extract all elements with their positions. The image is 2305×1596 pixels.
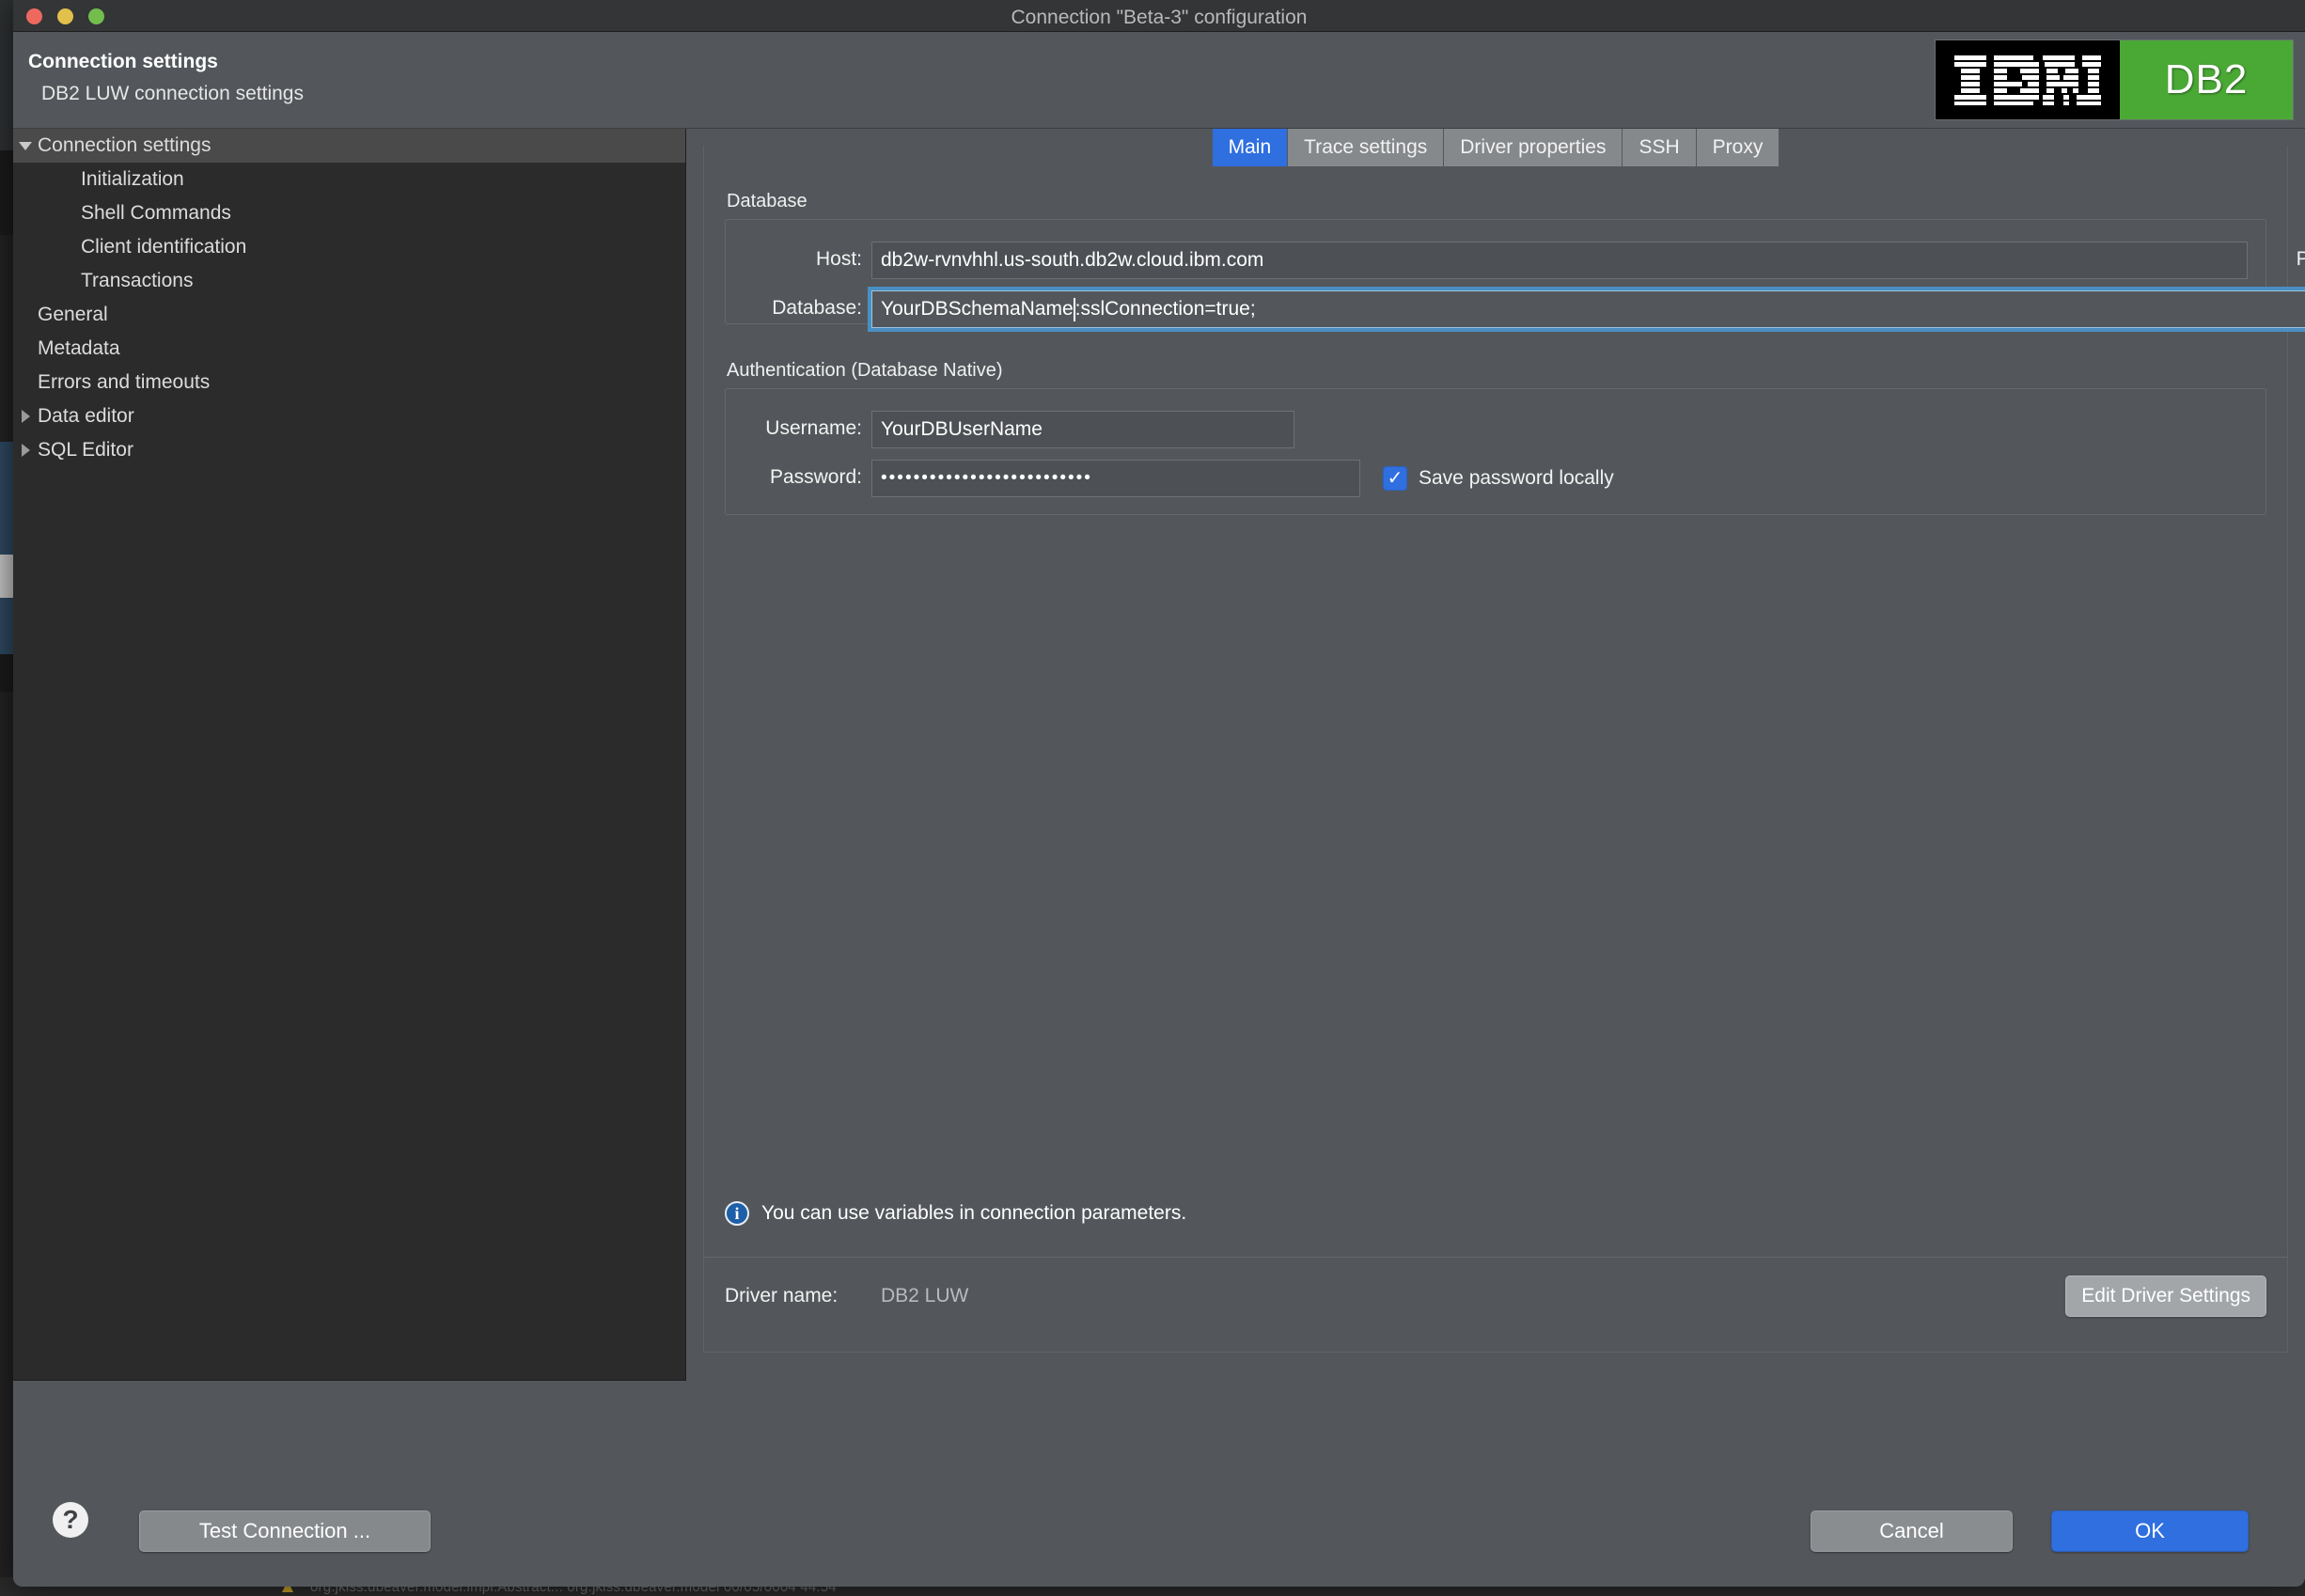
port-label: Port: bbox=[2296, 248, 2305, 270]
username-label: Username: bbox=[765, 417, 862, 439]
database-label: Database: bbox=[772, 297, 862, 319]
dialog-body: Connection settings Initialization Shell C… bbox=[13, 129, 2305, 1381]
sidebar-item-label: Connection settings bbox=[38, 134, 212, 156]
driver-name-value: DB2 LUW bbox=[881, 1285, 969, 1307]
database-input-text-after-caret: :sslConnection=true; bbox=[1074, 298, 1256, 320]
info-note-text: You can use variables in connection para… bbox=[761, 1202, 1187, 1224]
tab-ssh[interactable]: SSH bbox=[1623, 129, 1697, 166]
driver-name-label: Driver name: bbox=[725, 1285, 839, 1307]
test-connection-button[interactable]: Test Connection ... bbox=[139, 1510, 431, 1552]
page-title: Connection settings bbox=[28, 51, 218, 72]
sidebar-item-errors-and-timeouts[interactable]: Errors and timeouts bbox=[13, 366, 685, 399]
window-titlebar: Connection "Beta-3" configuration bbox=[13, 0, 2305, 32]
sidebar-item-shell-commands[interactable]: Shell Commands bbox=[13, 196, 685, 230]
question-mark-circle-icon[interactable]: ? bbox=[53, 1502, 88, 1538]
chevron-right-icon[interactable] bbox=[13, 444, 38, 457]
sidebar-item-label: SQL Editor bbox=[38, 439, 133, 461]
sidebar-item-connection-settings[interactable]: Connection settings bbox=[13, 129, 685, 163]
sidebar-item-transactions[interactable]: Transactions bbox=[13, 264, 685, 298]
host-input[interactable]: db2w-rvnvhhl.us-south.db2w.cloud.ibm.com bbox=[871, 242, 2248, 279]
checkmark-icon[interactable]: ✓ bbox=[1383, 466, 1407, 491]
username-input[interactable]: YourDBUserName bbox=[871, 411, 1294, 448]
password-input[interactable]: •••••••••••••••••••••••••• bbox=[871, 460, 1360, 497]
sidebar-item-label: Metadata bbox=[38, 337, 120, 359]
chevron-down-icon[interactable] bbox=[13, 141, 38, 150]
page-subtitle: DB2 LUW connection settings bbox=[41, 83, 304, 104]
connection-configuration-dialog: Connection "Beta-3" configuration Connec… bbox=[13, 0, 2305, 1587]
sidebar-item-label: Shell Commands bbox=[81, 202, 231, 224]
authentication-group-title: Authentication (Database Native) bbox=[727, 360, 1003, 381]
database-group: Database Host: db2w-rvnvhhl.us-south.db2… bbox=[725, 191, 2305, 332]
settings-tree[interactable]: Connection settings Initialization Shell C… bbox=[13, 129, 686, 1381]
database-input-text-before-caret: YourDBSchemaName bbox=[881, 298, 1074, 320]
ok-button[interactable]: OK bbox=[2051, 1510, 2249, 1552]
chevron-right-icon[interactable] bbox=[13, 410, 38, 423]
info-note: i You can use variables in connection pa… bbox=[725, 1201, 1186, 1226]
sidebar-item-sql-editor[interactable]: SQL Editor bbox=[13, 433, 685, 467]
sidebar-item-label: Errors and timeouts bbox=[38, 371, 211, 393]
sidebar-item-label: Initialization bbox=[81, 168, 184, 190]
tab-driver-properties[interactable]: Driver properties bbox=[1444, 129, 1623, 166]
dialog-header: Connection settings DB2 LUW connection s… bbox=[13, 32, 2305, 129]
brand-logo: DB2 bbox=[1935, 39, 2294, 120]
ibm-striped-logo-icon bbox=[1936, 40, 2120, 119]
db2-product-label: DB2 bbox=[2120, 40, 2293, 119]
sidebar-item-metadata[interactable]: Metadata bbox=[13, 332, 685, 366]
sidebar-item-label: General bbox=[38, 304, 108, 325]
sidebar-item-initialization[interactable]: Initialization bbox=[13, 163, 685, 196]
sidebar-item-data-editor[interactable]: Data editor bbox=[13, 399, 685, 433]
password-label: Password: bbox=[769, 466, 862, 488]
cancel-button[interactable]: Cancel bbox=[1811, 1510, 2013, 1552]
sidebar-item-label: Client identification bbox=[81, 236, 247, 258]
sidebar-item-label: Transactions bbox=[81, 270, 194, 291]
main-tab-panel: Main Trace settings Driver properties SSH Pr… bbox=[703, 129, 2305, 1353]
dialog-footer bbox=[13, 1381, 2305, 1586]
save-password-label: Save password locally bbox=[1419, 467, 1614, 489]
edit-driver-settings-button[interactable]: Edit Driver Settings bbox=[2065, 1275, 2266, 1317]
sidebar-item-label: Data editor bbox=[38, 405, 134, 427]
tab-trace-settings[interactable]: Trace settings bbox=[1288, 129, 1445, 166]
tab-main[interactable]: Main bbox=[1212, 129, 1289, 166]
tab-bar[interactable]: Main Trace settings Driver properties SSH Pr… bbox=[704, 129, 2287, 166]
database-group-title: Database bbox=[727, 191, 808, 211]
sidebar-item-client-identification[interactable]: Client identification bbox=[13, 230, 685, 264]
authentication-group: Authentication (Database Native) Usernam… bbox=[725, 360, 2266, 515]
sidebar-item-general[interactable]: General bbox=[13, 298, 685, 332]
tab-proxy[interactable]: Proxy bbox=[1696, 129, 1780, 166]
info-circle-icon: i bbox=[725, 1201, 749, 1226]
divider bbox=[704, 1257, 2287, 1258]
driver-row: Driver name: DB2 LUW Edit Driver Setting… bbox=[725, 1272, 2266, 1328]
settings-content-pane: Main Trace settings Driver properties SSH Pr… bbox=[686, 129, 2305, 1381]
database-input[interactable]: YourDBSchemaName:sslConnection=true; bbox=[868, 287, 2305, 332]
host-label: Host: bbox=[815, 248, 862, 270]
window-title: Connection "Beta-3" configuration bbox=[1011, 7, 1308, 28]
save-password-checkbox-row[interactable]: ✓ Save password locally bbox=[1383, 460, 1614, 497]
password-masked-value: •••••••••••••••••••••••••• bbox=[881, 468, 1092, 488]
